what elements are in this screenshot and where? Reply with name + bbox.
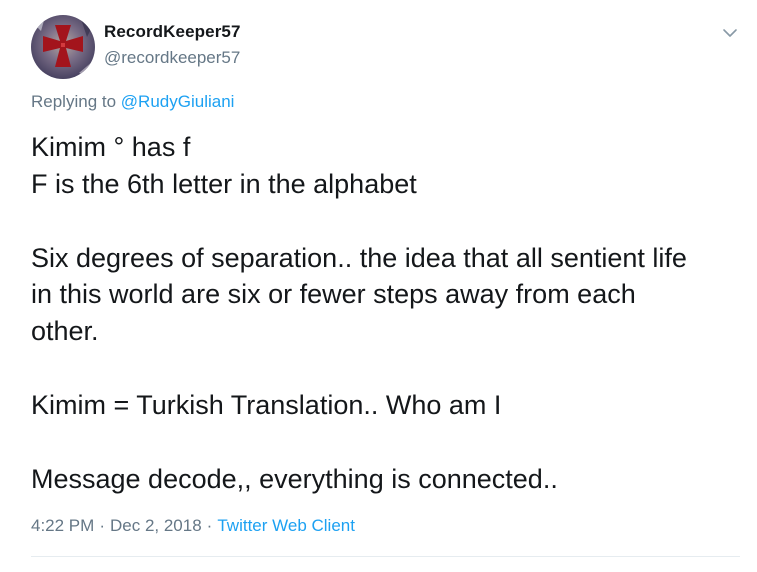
chevron-down-icon[interactable]: [719, 24, 741, 42]
divider: [31, 556, 740, 557]
separator-dot: ·: [99, 516, 105, 535]
display-name[interactable]: RecordKeeper57: [104, 22, 241, 42]
replying-to: Replying to @RudyGiuliani: [31, 92, 234, 112]
tweet-text: Kimim ° has f F is the 6th letter in the…: [31, 129, 736, 497]
tweet-text-line: other.: [31, 315, 99, 346]
tweet-text-line: Kimim ° has f: [31, 132, 191, 162]
tweet-text-line: Kimim = Turkish Translation.. Who am I: [31, 389, 502, 420]
tweet-card: RecordKeeper57 @recordkeeper57 Replying …: [0, 0, 757, 572]
client-link[interactable]: Twitter Web Client: [217, 516, 355, 535]
mention-link[interactable]: @RudyGiuliani: [121, 92, 235, 111]
tweet-text-line: in this world are six or fewer steps awa…: [31, 279, 636, 309]
avatar[interactable]: [31, 15, 95, 79]
tweet-metadata: 4:22 PM · Dec 2, 2018 · Twitter Web Client: [31, 516, 355, 536]
tweet-text-line: Six degrees of separation.. the idea tha…: [31, 242, 687, 273]
tweet-text-line: Message decode,, everything is connected…: [31, 463, 558, 494]
tweet-text-line: F is the 6th letter in the alphabet: [31, 168, 417, 199]
replying-to-label: Replying to: [31, 92, 117, 111]
tweet-time[interactable]: 4:22 PM: [31, 516, 94, 535]
user-handle[interactable]: @recordkeeper57: [104, 48, 240, 68]
separator-dot: ·: [206, 516, 213, 535]
templar-cross-icon: [31, 15, 95, 79]
tweet-date[interactable]: Dec 2, 2018: [110, 516, 202, 535]
